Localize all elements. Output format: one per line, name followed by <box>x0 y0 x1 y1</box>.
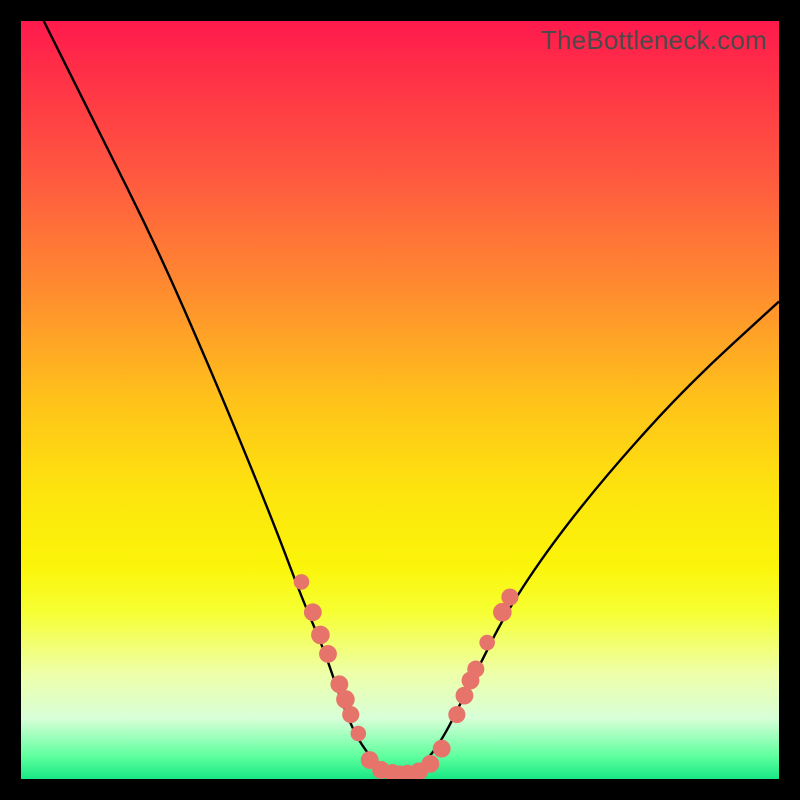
highlight-dot <box>294 574 310 590</box>
highlight-dot <box>493 603 512 622</box>
highlight-dot <box>501 589 518 606</box>
highlight-dot <box>479 635 495 651</box>
highlight-dot <box>311 626 330 645</box>
highlight-dot <box>304 603 322 621</box>
chart-plot-area: TheBottleneck.com <box>21 21 779 779</box>
highlight-dot <box>448 706 465 723</box>
highlight-dot <box>467 661 484 678</box>
highlight-dot <box>319 645 337 663</box>
highlight-dot <box>433 740 451 758</box>
highlight-dot <box>421 755 439 773</box>
curve-line <box>44 21 779 774</box>
highlight-dot <box>336 690 355 709</box>
highlight-dot <box>342 706 359 723</box>
bottleneck-chart <box>21 21 779 779</box>
highlight-dot <box>351 726 367 742</box>
